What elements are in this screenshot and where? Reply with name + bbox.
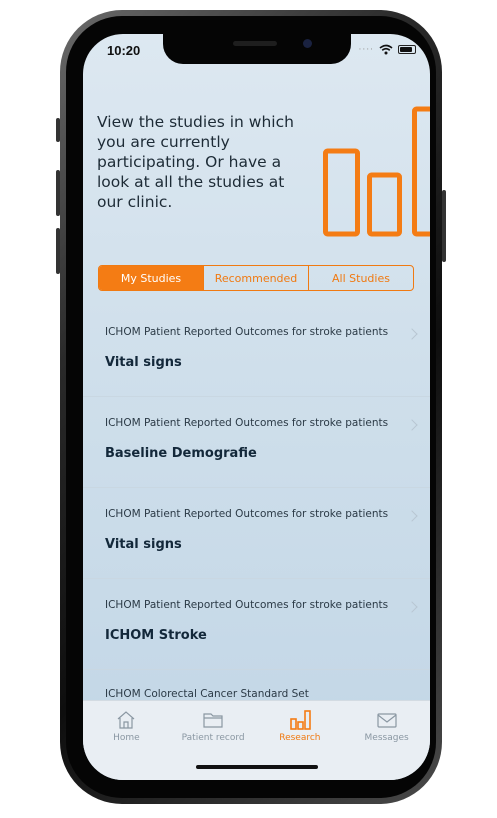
research-bars-illustration: [323, 106, 430, 237]
study-title: Baseline Demografie: [105, 446, 257, 461]
tab-home[interactable]: Home: [83, 701, 170, 780]
power-button: [442, 190, 446, 262]
study-subtitle: ICHOM Colorectal Cancer Standard Set: [105, 688, 309, 700]
wifi-icon: [379, 44, 393, 55]
home-indicator[interactable]: [196, 765, 318, 769]
envelope-icon: [377, 713, 397, 728]
chevron-right-icon: [406, 510, 418, 522]
study-row[interactable]: ICHOM Patient Reported Outcomes for stro…: [83, 306, 430, 397]
study-title: Vital signs: [105, 537, 182, 552]
study-subtitle: ICHOM Patient Reported Outcomes for stro…: [105, 599, 389, 611]
study-row[interactable]: ICHOM Patient Reported Outcomes for stro…: [83, 579, 430, 670]
segment-my-studies[interactable]: My Studies: [99, 266, 203, 290]
home-icon: [117, 711, 135, 729]
segment-recommended[interactable]: Recommended: [203, 266, 308, 290]
study-title: ICHOM Stroke: [105, 628, 207, 643]
signal-dots-icon: ····: [358, 44, 374, 55]
tab-messages[interactable]: Messages: [343, 701, 430, 780]
studies-list: ICHOM Patient Reported Outcomes for stro…: [83, 306, 430, 761]
battery-icon: [398, 45, 416, 54]
chevron-right-icon: [406, 601, 418, 613]
study-subtitle: ICHOM Patient Reported Outcomes for stro…: [105, 326, 389, 338]
volume-down-button: [56, 228, 60, 274]
speaker: [233, 41, 277, 46]
tab-home-label: Home: [113, 733, 140, 743]
silent-switch: [56, 118, 60, 142]
chevron-right-icon: [406, 419, 418, 431]
segment-all-studies[interactable]: All Studies: [308, 266, 413, 290]
camera: [303, 39, 312, 48]
study-title: Vital signs: [105, 355, 182, 370]
tab-research-label: Research: [279, 733, 321, 743]
bar-chart-icon: [290, 710, 311, 730]
volume-up-button: [56, 170, 60, 216]
notch: [163, 34, 351, 64]
status-time: 10:20: [107, 43, 141, 58]
tab-patient-record-label: Patient record: [181, 733, 245, 743]
study-subtitle: ICHOM Patient Reported Outcomes for stro…: [105, 508, 389, 520]
study-row[interactable]: ICHOM Patient Reported Outcomes for stro…: [83, 397, 430, 488]
app-screen: 10:20 ···· View the studies in which you…: [83, 34, 430, 780]
studies-segmented-control: My Studies Recommended All Studies: [98, 265, 414, 291]
intro-text: View the studies in which you are curren…: [97, 113, 294, 211]
chevron-right-icon: [406, 328, 418, 340]
folder-icon: [203, 713, 223, 728]
tab-messages-label: Messages: [364, 733, 409, 743]
study-subtitle: ICHOM Patient Reported Outcomes for stro…: [105, 417, 389, 429]
status-icons: ····: [359, 44, 416, 55]
study-row[interactable]: ICHOM Patient Reported Outcomes for stro…: [83, 488, 430, 579]
